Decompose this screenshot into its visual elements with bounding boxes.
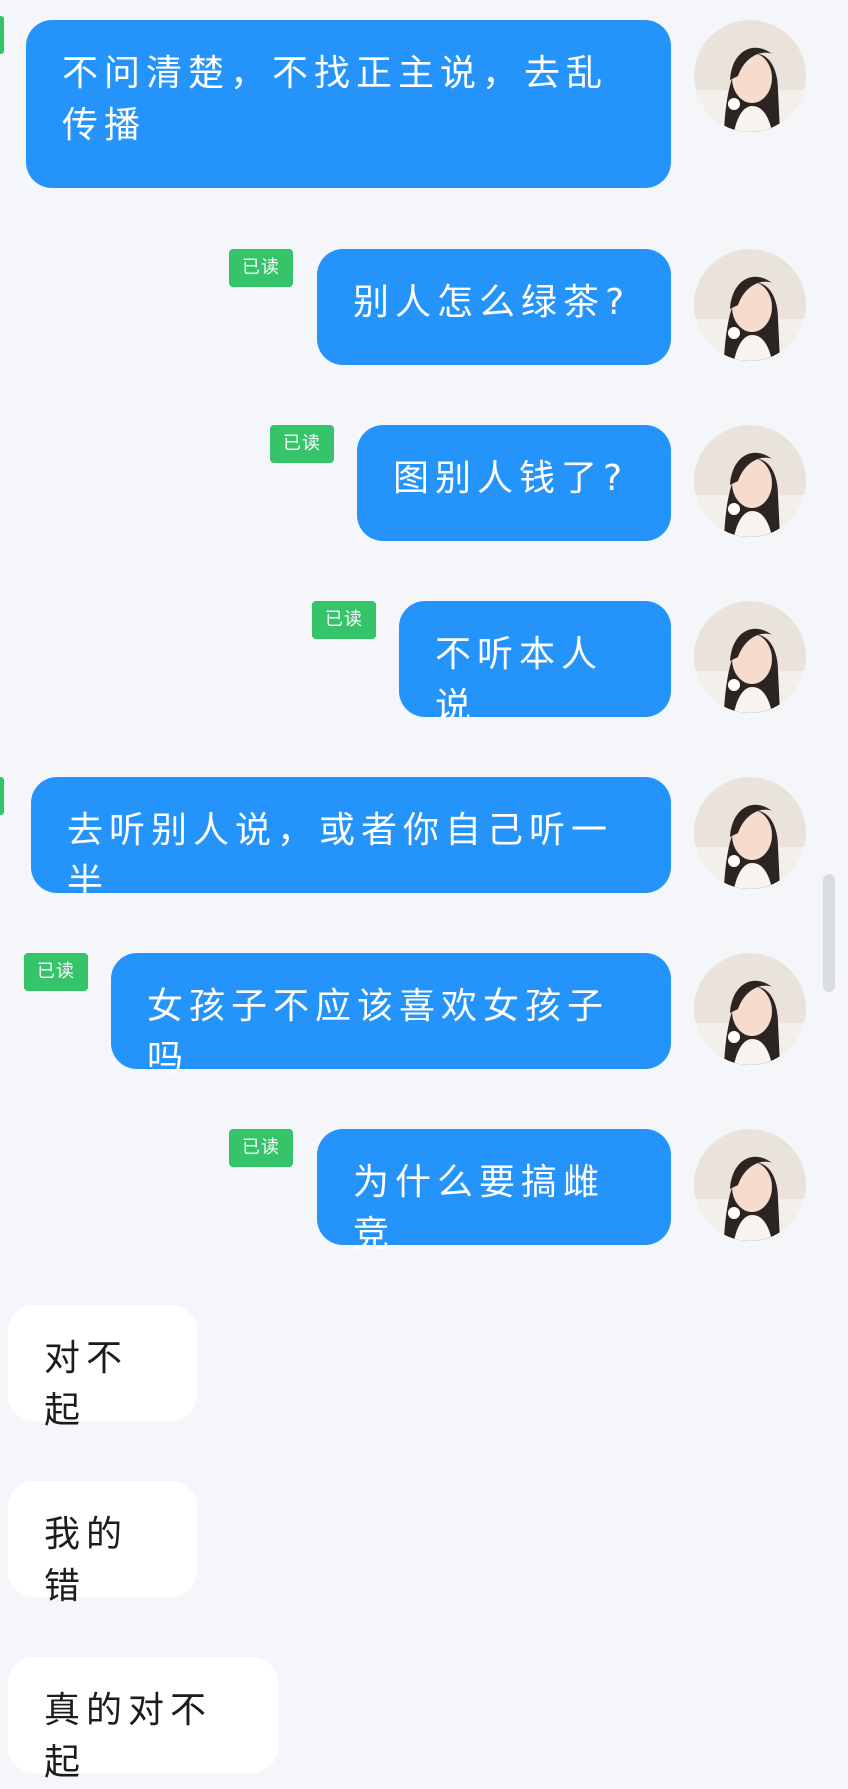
avatar-portrait-icon xyxy=(694,777,806,889)
read-badge: 已读 xyxy=(270,425,334,463)
message-bubble-incoming[interactable]: 对不起 xyxy=(8,1305,197,1431)
avatar[interactable] xyxy=(694,777,806,889)
avatar[interactable] xyxy=(694,425,806,537)
message-bubble-outgoing[interactable]: 去听别人说，或者你自己听一半 xyxy=(31,777,671,903)
avatar-portrait-icon xyxy=(694,249,806,361)
chat-message-list[interactable]: 不问清楚，不找正主说，去乱传播 已读 别人怎么绿茶? 已读 图别人钱了? 已读 … xyxy=(0,0,848,1783)
avatar-portrait-icon xyxy=(694,1129,806,1241)
avatar[interactable] xyxy=(694,20,806,132)
avatar[interactable] xyxy=(694,601,806,713)
read-badge: 已读 xyxy=(24,953,88,991)
message-bubble-incoming[interactable]: 真的对不起 xyxy=(8,1657,278,1783)
message-bubble-incoming[interactable]: 我的错 xyxy=(8,1481,197,1607)
avatar[interactable] xyxy=(694,1129,806,1241)
avatar-portrait-icon xyxy=(694,953,806,1065)
avatar-portrait-icon xyxy=(694,425,806,537)
read-badge-edge xyxy=(0,16,4,54)
message-bubble-outgoing[interactable]: 为什么要搞雌竞 xyxy=(317,1129,671,1255)
read-badge-edge xyxy=(0,777,4,815)
read-badge: 已读 xyxy=(229,1129,293,1167)
avatar[interactable] xyxy=(694,953,806,1065)
scrollbar[interactable] xyxy=(823,874,835,992)
read-badge: 已读 xyxy=(229,249,293,287)
avatar-portrait-icon xyxy=(694,601,806,713)
message-bubble-outgoing[interactable]: 女孩子不应该喜欢女孩子吗 xyxy=(111,953,671,1079)
message-bubble-outgoing[interactable]: 不听本人说 xyxy=(399,601,671,727)
message-bubble-outgoing[interactable]: 不问清楚，不找正主说，去乱传播 xyxy=(26,20,671,188)
message-bubble-outgoing[interactable]: 别人怎么绿茶? xyxy=(317,249,671,365)
avatar[interactable] xyxy=(694,249,806,361)
avatar-portrait-icon xyxy=(694,20,806,132)
message-bubble-outgoing[interactable]: 图别人钱了? xyxy=(357,425,671,541)
read-badge: 已读 xyxy=(312,601,376,639)
